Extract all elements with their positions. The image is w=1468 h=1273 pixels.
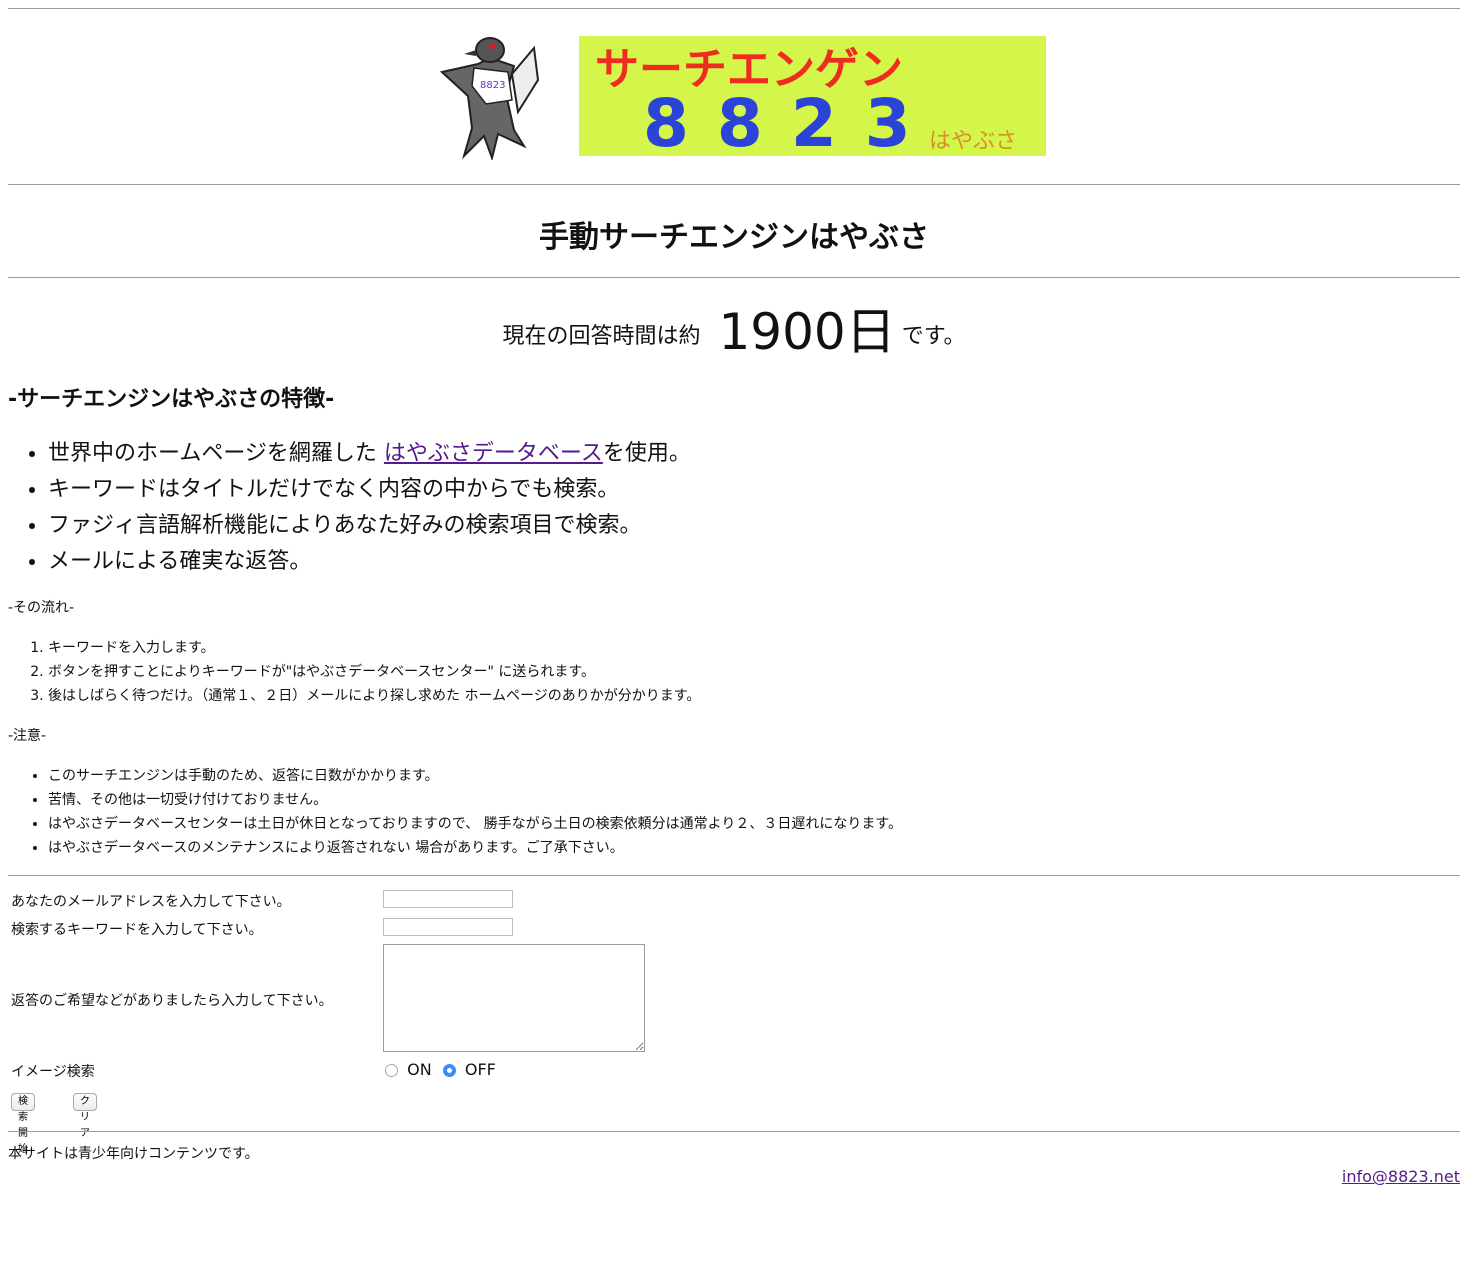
radio-on-label: ON xyxy=(407,1060,432,1079)
radio-on[interactable] xyxy=(385,1064,398,1077)
list-item: はやぶさデータベースセンターは土日が休日となっておりますので、 勝手ながら土日の… xyxy=(48,812,902,836)
comment-label: 返答のご希望などがありましたら入力して下さい。 xyxy=(11,993,333,1009)
list-item: メールによる確実な返答。 xyxy=(48,544,691,580)
search-engine-8823-banner: サーチエンゲン 8823 はやぶさ xyxy=(579,36,1046,156)
search-start-button[interactable]: 検索開始 xyxy=(11,1093,35,1155)
flow-list: キーワードを入力します。 ボタンを押すことによりキーワードが"はやぶさデータベー… xyxy=(8,636,700,708)
response-time-suffix: です。 xyxy=(901,324,966,349)
clear-button[interactable]: クリア xyxy=(73,1093,97,1139)
banner-number-text: 8823 xyxy=(643,85,939,156)
email-label: あなたのメールアドレスを入力して下さい。 xyxy=(11,894,291,910)
keyword-field[interactable] xyxy=(383,918,513,936)
response-time: 現在の回答時間は約 1900日 です。 xyxy=(8,292,1460,364)
divider xyxy=(8,875,1460,876)
divider xyxy=(8,184,1460,185)
radio-off-label: OFF xyxy=(464,1060,496,1079)
email-field[interactable] xyxy=(383,890,513,908)
list-item: このサーチエンジンは手動のため、返答に日数がかかります。 xyxy=(48,764,902,788)
list-item: 苦情、その他は一切受け付けておりません。 xyxy=(48,788,902,812)
image-search-label: イメージ検索 xyxy=(11,1064,95,1080)
features-list: 世界中のホームページを網羅した はやぶさデータベースを使用。 キーワードはタイト… xyxy=(8,436,691,580)
response-time-prefix: 現在の回答時間は約 xyxy=(502,324,701,349)
comment-textarea[interactable] xyxy=(383,944,645,1052)
footer-notice: 本サイトは青少年向けコンテンツです。 xyxy=(8,1146,259,1162)
hayabusa-database-link[interactable]: はやぶさデータベース xyxy=(384,441,603,466)
hayabusa-bird-illustration: 8823 xyxy=(439,37,540,160)
contact-email-link[interactable]: info@8823.net xyxy=(1342,1167,1460,1186)
list-item: ファジィ言語解析機能によりあなた好みの検索項目で検索。 xyxy=(48,508,691,544)
header-logo: 8823 サーチエンゲン 8823 はやぶさ xyxy=(8,34,1460,160)
flow-heading: -その流れ- xyxy=(8,600,75,616)
divider xyxy=(8,1131,1460,1132)
banner-side-text: はやぶさ xyxy=(929,129,1017,154)
list-item: 後はしばらく待つだけ。（通常１、２日）メールにより探し求めた ホームページのあり… xyxy=(48,684,700,708)
list-item: キーワードはタイトルだけでなく内容の中からでも検索。 xyxy=(48,472,691,508)
list-item: 世界中のホームページを網羅した はやぶさデータベースを使用。 xyxy=(48,436,691,472)
divider xyxy=(8,277,1460,278)
notes-heading: -注意- xyxy=(8,728,47,744)
image-search-radios: ON OFF xyxy=(385,1060,496,1079)
list-item: キーワードを入力します。 xyxy=(48,636,700,660)
response-time-value: 1900日 xyxy=(718,303,896,361)
keyword-label: 検索するキーワードを入力して下さい。 xyxy=(11,922,263,938)
top-divider xyxy=(8,8,1460,9)
features-heading: -サーチエンジンはやぶさの特徴- xyxy=(8,387,335,412)
feature-text: 世界中のホームページを網羅した xyxy=(48,441,384,466)
notes-list: このサーチエンジンは手動のため、返答に日数がかかります。 苦情、その他は一切受け… xyxy=(8,764,902,860)
feature-text: を使用。 xyxy=(602,441,691,466)
page-title: 手動サーチエンジンはやぶさ xyxy=(539,220,929,255)
list-item: ボタンを押すことによりキーワードが"はやぶさデータベースセンター" に送られます… xyxy=(48,660,700,684)
bird-badge-text: 8823 xyxy=(480,80,505,91)
list-item: はやぶさデータベースのメンテナンスにより返答されない 場合があります。ご了承下さ… xyxy=(48,836,902,860)
radio-off[interactable] xyxy=(442,1064,456,1077)
